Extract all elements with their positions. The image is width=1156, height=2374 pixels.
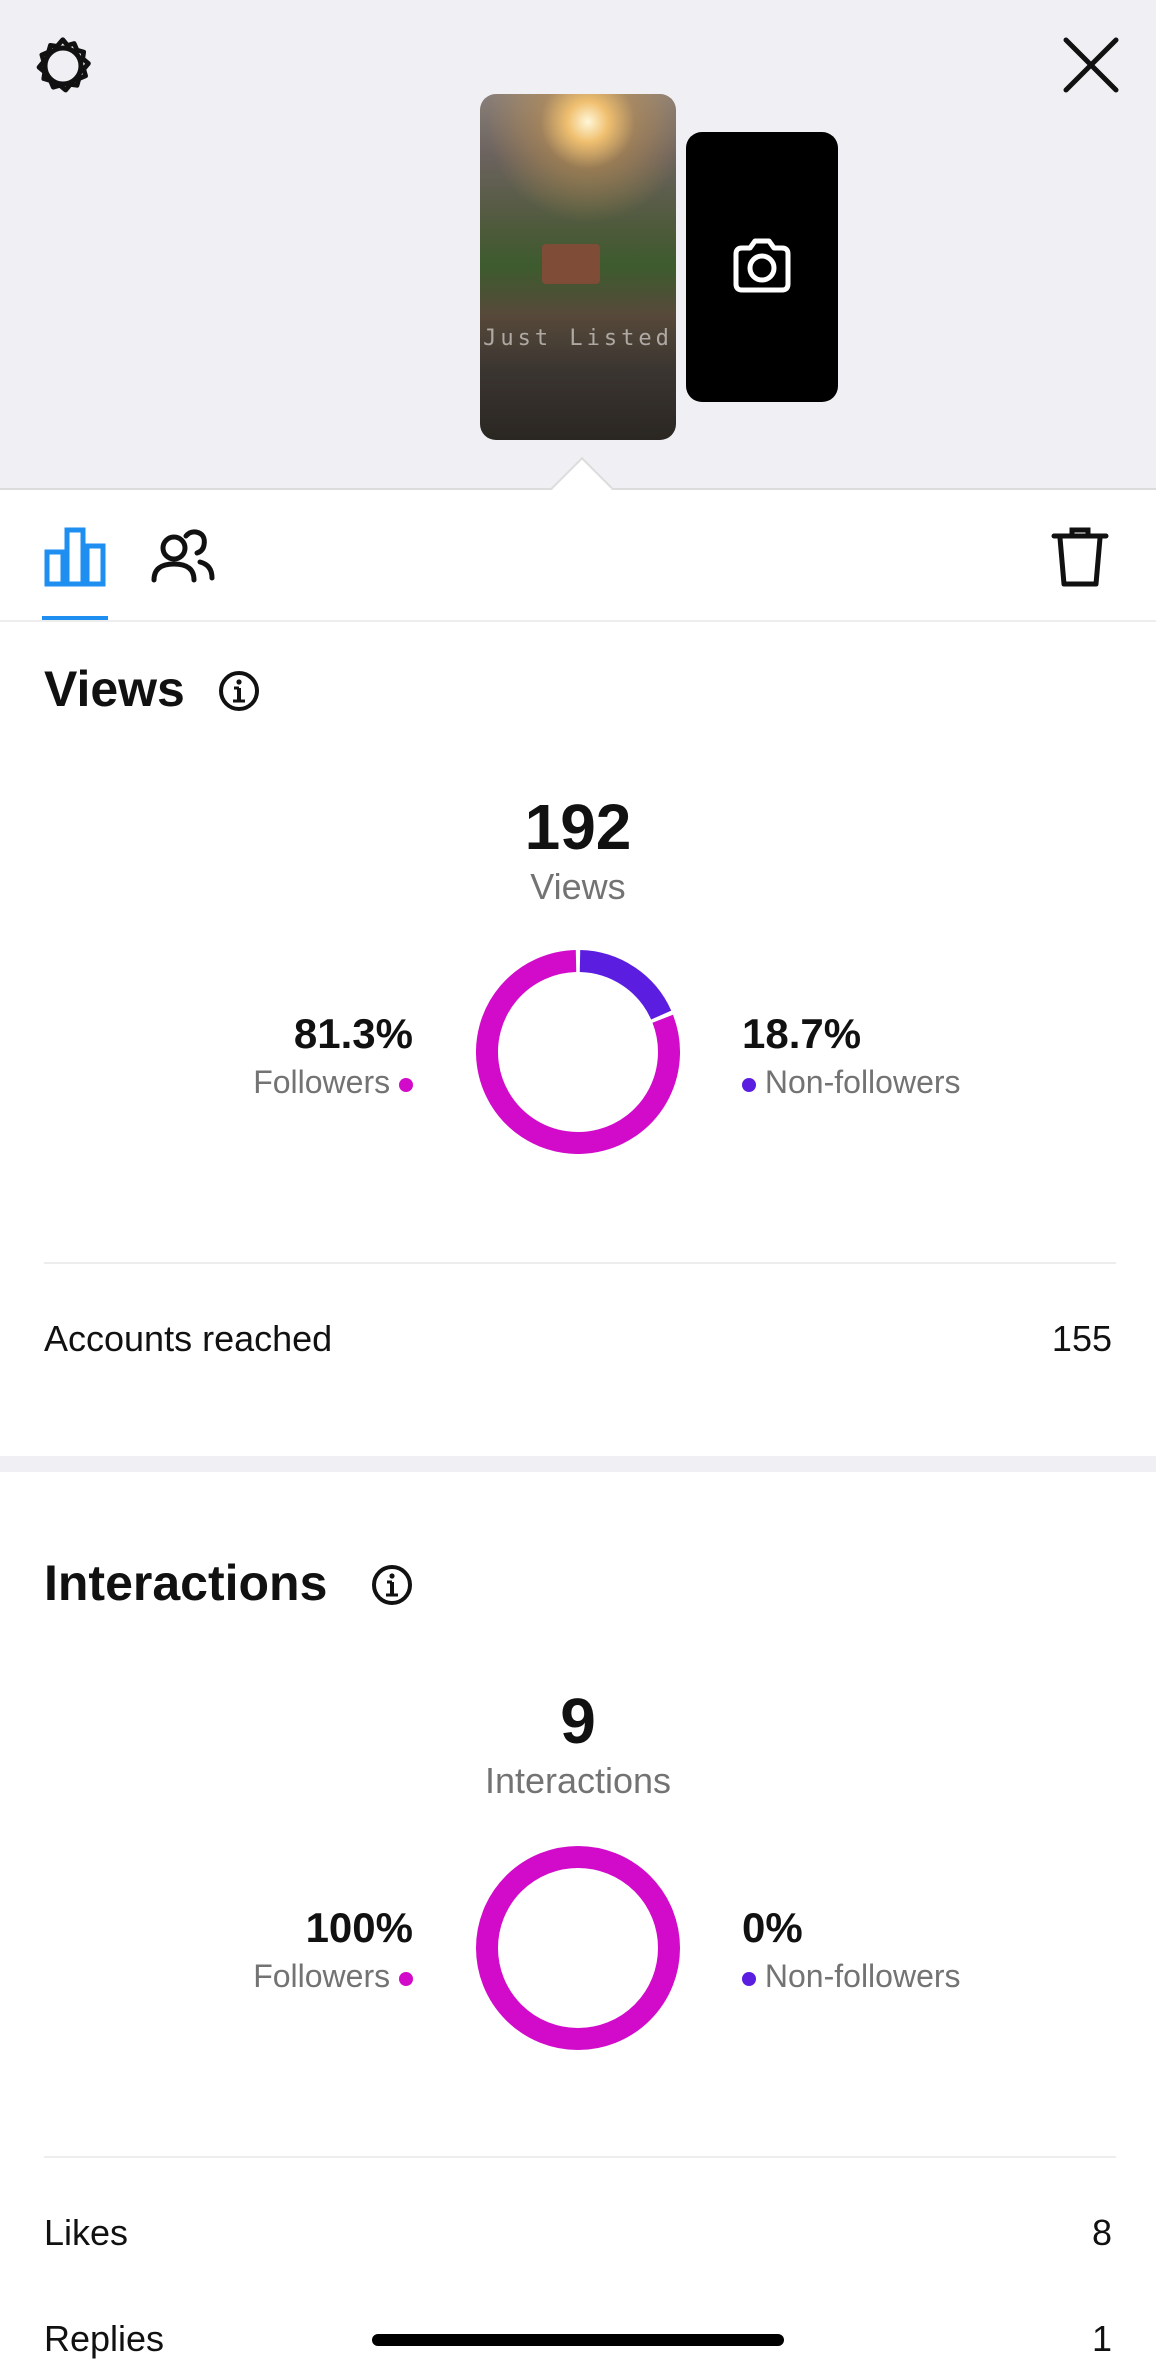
donut-slice-non-followers <box>579 950 672 1020</box>
accounts-reached-value: 155 <box>1051 1318 1112 1359</box>
legend-label: Followers <box>253 1958 391 1994</box>
trash-icon[interactable] <box>1050 524 1110 590</box>
interactions-nonfollowers-legend: Non-followers <box>742 1958 961 1995</box>
donut-slice-followers <box>476 1846 680 2050</box>
likes-label: Likes <box>44 2212 129 2253</box>
nonfollowers-dot <box>742 1971 756 1986</box>
views-section-title: Views <box>44 661 185 717</box>
divider <box>44 2156 1116 2158</box>
house-image <box>542 244 600 284</box>
interactions-total-label: Interactions <box>484 1760 672 1801</box>
views-nonfollowers-pct: 18.7% <box>742 1010 862 1057</box>
views-total: 192 <box>524 791 632 863</box>
story-preview-area: Just Listed <box>0 0 1156 490</box>
close-icon[interactable] <box>1058 32 1124 98</box>
interactions-total: 9 <box>560 1685 596 1757</box>
interactions-section-title: Interactions <box>44 1555 328 1611</box>
replies-label: Replies <box>44 2318 165 2359</box>
bar-chart-icon <box>44 527 106 587</box>
nonfollowers-dot <box>742 1077 756 1092</box>
legend-label: Followers <box>253 1064 391 1100</box>
followers-dot <box>399 1971 413 1986</box>
tab-viewers[interactable] <box>150 524 216 590</box>
accounts-reached-label: Accounts reached <box>44 1318 333 1359</box>
views-total-label: Views <box>530 866 626 907</box>
followers-dot <box>399 1077 413 1092</box>
home-indicator <box>372 2334 784 2346</box>
add-story-card[interactable] <box>686 132 838 402</box>
people-icon <box>151 529 215 583</box>
interactions-nonfollowers-pct: 0% <box>742 1904 803 1951</box>
interactions-followers-pct: 100% <box>305 1904 413 1951</box>
section-separator <box>0 1456 1156 1472</box>
gear-icon[interactable] <box>30 32 96 98</box>
views-donut-chart <box>476 950 680 1154</box>
thumbnail-overlay-text: Just Listed <box>483 326 673 351</box>
info-icon[interactable] <box>371 1564 413 1606</box>
views-followers-pct: 81.3% <box>293 1010 413 1057</box>
interactions-donut-chart <box>476 1846 680 2050</box>
info-icon[interactable] <box>218 670 260 712</box>
camera-icon <box>733 238 791 293</box>
tab-insights[interactable] <box>42 524 108 590</box>
views-nonfollowers-legend: Non-followers <box>742 1064 961 1101</box>
legend-label: Non-followers <box>764 1064 961 1100</box>
replies-value: 1 <box>1091 2318 1112 2359</box>
views-followers-legend: Followers <box>253 1064 413 1101</box>
legend-label: Non-followers <box>764 1958 961 1994</box>
divider <box>44 1262 1116 1264</box>
interactions-followers-legend: Followers <box>253 1958 413 1995</box>
insights-tabbar <box>0 490 1156 622</box>
story-thumbnail[interactable]: Just Listed <box>480 94 676 440</box>
active-tab-indicator <box>42 616 108 620</box>
likes-value: 8 <box>1091 2212 1112 2253</box>
